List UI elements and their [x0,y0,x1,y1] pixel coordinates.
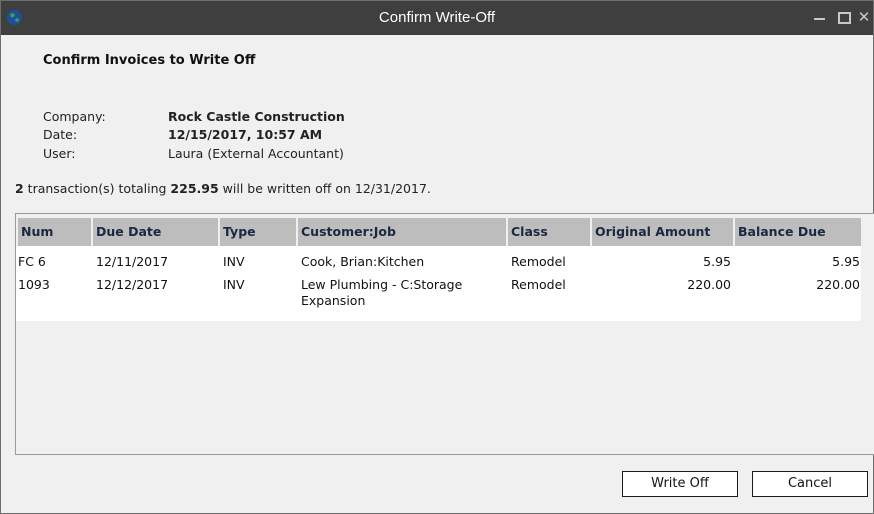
maximize-button[interactable] [833,6,855,28]
column-header-num[interactable]: Num [18,218,93,246]
table-body: FC 6 12/11/2017 INV Cook, Brian:Kitchen … [16,246,861,321]
cell-num: 1093 [18,277,50,292]
date-label: Date: [43,127,78,142]
transaction-count: 2 [15,181,24,196]
summary-total: 225.95 [170,181,219,196]
user-value: Laura (External Accountant) [168,146,344,161]
cell-customer-job: Cook, Brian:Kitchen [301,254,425,269]
summary-part-1: transaction(s) totaling [23,181,171,196]
title-bar: Confirm Write-Off ✕ [1,1,873,35]
cell-num: FC 6 [18,254,46,269]
column-header-class[interactable]: Class [508,218,592,246]
cancel-button[interactable]: Cancel [752,471,868,497]
cell-balance-due: 220.00 [816,277,860,292]
cell-due-date: 12/11/2017 [96,254,169,269]
column-header-customer-job[interactable]: Customer:Job [298,218,508,246]
column-header-balance-due[interactable]: Balance Due [735,218,861,246]
company-value: Rock Castle Construction [168,109,345,124]
cell-original-amount: 220.00 [687,277,731,292]
cell-due-date: 12/12/2017 [96,277,169,292]
column-header-due-date[interactable]: Due Date [93,218,220,246]
cell-balance-due: 5.95 [832,254,860,269]
cell-original-amount: 5.95 [703,254,731,269]
cell-customer-job: Lew Plumbing - C:Storage Expansion [301,277,463,308]
window-title: Confirm Write-Off [378,9,496,26]
dialog-body: Confirm Invoices to Write Off Company: R… [1,35,874,513]
table-header-row: Num Due Date Type Customer:Job Class Ori… [16,218,861,246]
company-label: Company: [43,109,106,124]
column-header-type[interactable]: Type [220,218,298,246]
summary-part-2: will be written off on 12/31/2017. [218,181,431,196]
cell-type: INV [223,277,245,292]
date-value: 12/15/2017, 10:57 AM [168,127,323,142]
dialog-heading: Confirm Invoices to Write Off [43,53,256,68]
write-off-button[interactable]: Write Off [622,471,738,497]
invoice-table: Num Due Date Type Customer:Job Class Ori… [15,213,874,455]
column-header-original-amount[interactable]: Original Amount [592,218,735,246]
close-button[interactable]: ✕ [856,6,872,28]
user-label: User: [43,146,76,161]
summary-text: 2 transaction(s) totaling 225.95 will be… [15,181,431,196]
cell-class: Remodel [511,277,566,292]
cell-class: Remodel [511,254,566,269]
confirm-write-off-window: Confirm Write-Off ✕ Confirm Invoices to … [0,0,874,514]
cell-type: INV [223,254,245,269]
minimize-button[interactable] [809,6,831,28]
